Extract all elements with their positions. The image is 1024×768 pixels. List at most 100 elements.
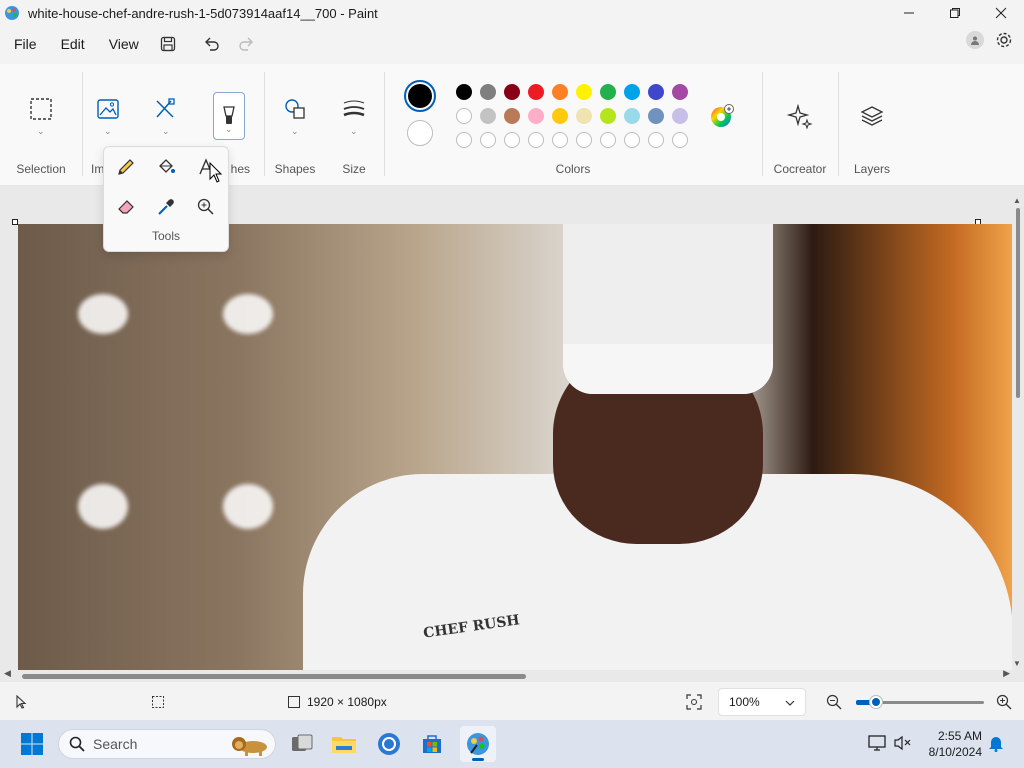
paint-taskbar-button[interactable] (460, 726, 496, 762)
custom-color-slot[interactable] (528, 132, 544, 148)
scroll-left-icon[interactable]: ◀ (4, 668, 11, 679)
network-icon[interactable] (868, 735, 886, 751)
notification-bell-icon[interactable] (988, 734, 1004, 752)
primary-color (408, 84, 432, 108)
task-view-button[interactable] (286, 728, 318, 760)
scroll-up-icon[interactable]: ▲ (1013, 196, 1021, 205)
chevron-down-icon[interactable]: ⌄ (291, 126, 299, 137)
primary-color-swatch[interactable] (404, 80, 436, 112)
layers-icon (860, 106, 884, 126)
palette-color-swatch[interactable] (576, 108, 592, 124)
store-icon (423, 735, 441, 753)
palette-color-swatch[interactable] (624, 108, 640, 124)
account-avatar[interactable] (966, 31, 984, 49)
palette-color-swatch[interactable] (504, 84, 520, 100)
restore-button[interactable] (932, 0, 978, 26)
chevron-down-icon (785, 700, 795, 706)
lion-illustration-icon (232, 737, 267, 756)
microsoft-store-button[interactable] (416, 728, 448, 760)
menu-view[interactable]: View (97, 28, 151, 60)
palette-color-swatch[interactable] (552, 84, 568, 100)
color-picker-tool[interactable] (152, 193, 180, 221)
custom-color-slot[interactable] (600, 132, 616, 148)
minimize-button[interactable] (886, 0, 932, 26)
zoom-out-icon[interactable] (826, 694, 842, 710)
system-clock[interactable]: 2:55 AM 8/10/2024 (918, 728, 982, 760)
palette-color-swatch[interactable] (648, 108, 664, 124)
magnifier-tool[interactable] (192, 193, 220, 221)
chevron-down-icon[interactable]: ⌄ (225, 124, 233, 135)
palette-color-swatch[interactable] (672, 84, 688, 100)
palette-color-swatch[interactable] (648, 84, 664, 100)
menu-file[interactable]: File (2, 28, 49, 60)
palette-color-swatch[interactable] (552, 108, 568, 124)
size-button[interactable] (341, 96, 367, 122)
palette-color-swatch[interactable] (504, 108, 520, 124)
undo-button[interactable] (195, 28, 229, 60)
layers-button[interactable] (858, 102, 886, 130)
palette-color-swatch[interactable] (624, 84, 640, 100)
cocreator-button[interactable] (786, 102, 814, 130)
magnifier-icon (197, 198, 214, 215)
color-wheel-icon (711, 104, 734, 127)
scroll-right-icon[interactable]: ▶ (1003, 668, 1010, 679)
chrome-icon (378, 733, 400, 755)
fit-to-window-icon[interactable] (686, 694, 702, 710)
zoom-slider-thumb[interactable] (870, 696, 882, 708)
horizontal-scroll-thumb[interactable] (22, 674, 526, 679)
image-icon (97, 99, 119, 119)
line-width-icon (343, 100, 365, 117)
shapes-button[interactable] (282, 96, 308, 122)
layers-group: Layers (840, 64, 904, 186)
custom-color-slot[interactable] (504, 132, 520, 148)
custom-color-slot[interactable] (576, 132, 592, 148)
palette-color-swatch[interactable] (480, 84, 496, 100)
image-canvas[interactable]: CHEF RUSH (18, 224, 1012, 670)
zoom-in-icon[interactable] (996, 694, 1012, 710)
palette-color-swatch[interactable] (600, 108, 616, 124)
tools-button[interactable] (152, 96, 178, 122)
start-button[interactable] (16, 728, 48, 760)
palette-color-swatch[interactable] (528, 108, 544, 124)
close-button[interactable] (978, 0, 1024, 26)
chevron-down-icon[interactable]: ⌄ (350, 126, 358, 137)
bokeh-light (78, 484, 128, 529)
taskbar-search[interactable]: Search (58, 729, 276, 759)
palette-color-swatch[interactable] (456, 108, 472, 124)
selection-button[interactable] (28, 96, 54, 122)
custom-color-slot[interactable] (456, 132, 472, 148)
volume-muted-icon[interactable] (894, 735, 912, 751)
palette-color-swatch[interactable] (600, 84, 616, 100)
zoom-dropdown[interactable]: 100% (718, 688, 806, 716)
redo-button[interactable] (229, 28, 263, 60)
scroll-down-icon[interactable]: ▼ (1013, 659, 1021, 668)
custom-color-slot[interactable] (648, 132, 664, 148)
eraser-tool[interactable] (112, 193, 140, 221)
chrome-button[interactable] (373, 728, 405, 760)
image-button[interactable] (95, 96, 121, 122)
palette-color-swatch[interactable] (456, 84, 472, 100)
pencil-tool[interactable] (112, 153, 140, 181)
palette-color-swatch[interactable] (480, 108, 496, 124)
custom-color-slot[interactable] (672, 132, 688, 148)
palette-color-swatch[interactable] (528, 84, 544, 100)
fill-tool[interactable] (152, 153, 180, 181)
file-explorer-button[interactable] (328, 728, 360, 760)
menu-edit[interactable]: Edit (49, 28, 97, 60)
chevron-down-icon[interactable]: ⌄ (37, 126, 45, 137)
custom-color-slot[interactable] (624, 132, 640, 148)
secondary-color-swatch[interactable] (407, 120, 433, 146)
chevron-down-icon[interactable]: ⌄ (104, 126, 112, 137)
settings-button[interactable] (994, 30, 1014, 50)
palette-color-swatch[interactable] (576, 84, 592, 100)
save-button[interactable] (151, 28, 185, 60)
bokeh-light (78, 294, 128, 334)
palette-color-swatch[interactable] (672, 108, 688, 124)
edit-colors-button[interactable] (708, 102, 736, 130)
chevron-down-icon[interactable]: ⌄ (162, 126, 170, 137)
vertical-scroll-thumb[interactable] (1016, 208, 1020, 398)
custom-color-slot[interactable] (480, 132, 496, 148)
close-icon (995, 7, 1007, 19)
canvas-area[interactable]: CHEF RUSH (0, 186, 1024, 682)
custom-color-slot[interactable] (552, 132, 568, 148)
